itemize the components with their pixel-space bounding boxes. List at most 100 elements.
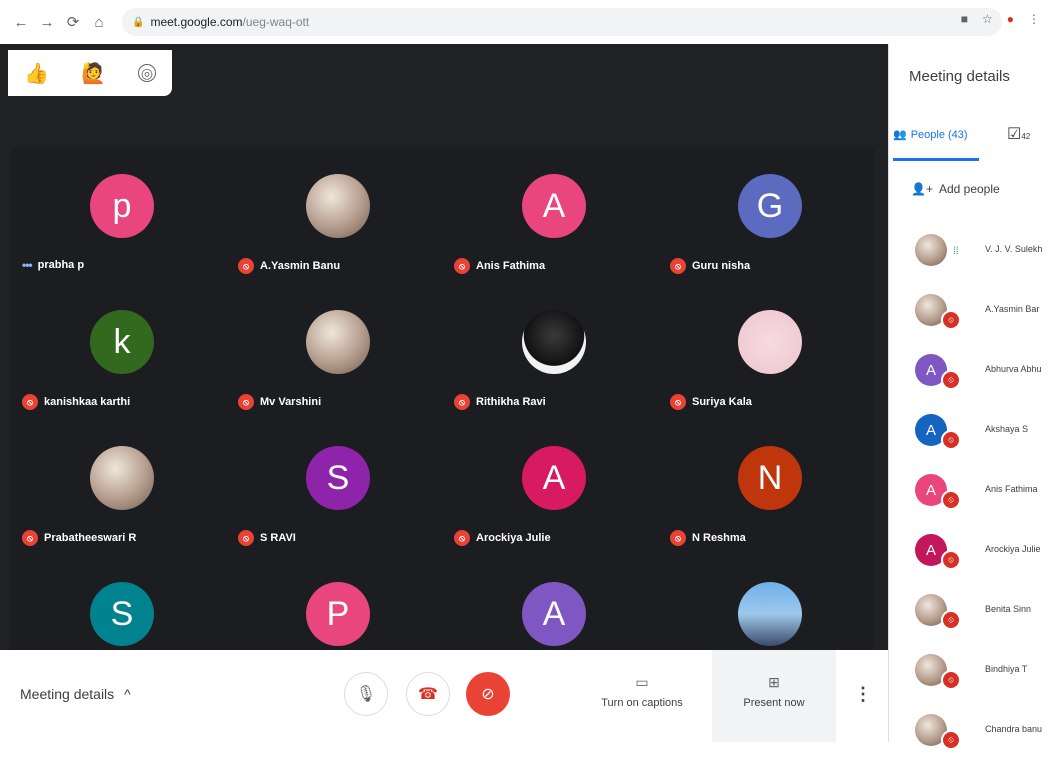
mic-off-icon: ⦸ [670, 394, 686, 410]
home-icon[interactable]: ⌂ [86, 9, 112, 35]
participant-avatar: S [90, 582, 154, 646]
chat-count: 42 [1021, 132, 1031, 141]
people-list-item[interactable]: ⦸ A.Yasmin Bar [895, 280, 1052, 340]
microphone-button[interactable]: 🎙 [344, 672, 388, 716]
extension-icon[interactable]: ● [1007, 12, 1014, 26]
mic-off-icon: ⦸ [941, 370, 961, 390]
forward-icon[interactable]: → [34, 9, 60, 35]
lock-icon: 🔒 [132, 16, 145, 28]
mic-off-icon: ⦸ [22, 394, 38, 410]
panel-tabs: 👥 People (43) ☑42 [889, 120, 1052, 162]
mic-off-icon: ⦸ [454, 530, 470, 546]
more-options-icon[interactable]: ⋮ [854, 684, 872, 705]
mic-off-icon: ⦸ [670, 258, 686, 274]
person-name: Chandra banu [985, 724, 1043, 734]
participant-tile[interactable]: ⦸ Suriya Kala [658, 284, 874, 420]
camera-off-button[interactable]: ⊘ [466, 672, 510, 716]
mic-off-icon: ⦸ [941, 670, 961, 690]
participant-avatar: G [738, 174, 802, 238]
mic-off-icon: ⦸ [670, 530, 686, 546]
tab-people[interactable]: 👥 People (43) [893, 128, 968, 142]
mic-off-icon: ⦸ [941, 490, 961, 510]
hang-up-icon: ☎ [418, 686, 438, 703]
person-name: V. J. V. Sulekh [985, 244, 1043, 254]
participant-tile[interactable]: S ⦸ S RAVI [226, 420, 442, 556]
reload-icon[interactable]: ⟳ [60, 9, 86, 35]
active-tab-indicator [893, 158, 979, 161]
participant-tile[interactable]: A ⦸ Anis Fathima [442, 148, 658, 284]
add-person-icon: 👤+ [911, 182, 933, 196]
person-name: Benita Sinn [985, 604, 1032, 614]
person-name: Anis Fathima [985, 484, 1038, 494]
participant-avatar [90, 446, 154, 510]
participant-name-row: ⦸ Guru nisha [670, 258, 750, 274]
participant-tile[interactable]: G ⦸ Guru nisha [658, 148, 874, 284]
participant-tile[interactable]: ⦸ A.Yasmin Banu [226, 148, 442, 284]
participant-name: prabha p [37, 259, 85, 271]
chat-icon: ☑ [1007, 126, 1022, 143]
people-list-item[interactable]: ⦸ Benita Sinn [895, 580, 1052, 640]
captions-button[interactable]: ▭ Turn on captions [592, 674, 692, 709]
camera-indicator-icon[interactable]: ■ [961, 12, 968, 26]
participant-avatar [306, 310, 370, 374]
extensions-menu-icon[interactable]: ⋮ [1028, 12, 1040, 26]
add-people-label: Add people [938, 182, 1000, 196]
people-list-item[interactable]: A ⦸ Arockiya Julie [895, 520, 1052, 580]
participant-tile[interactable]: ⦸ Mv Varshini [226, 284, 442, 420]
participant-tile[interactable]: A ⦸ Arockiya Julie [442, 420, 658, 556]
bookmark-star-icon[interactable]: ☆ [982, 12, 993, 26]
camera-off-icon: ⊘ [481, 686, 495, 703]
back-icon[interactable]: ← [8, 9, 34, 35]
settings-icon[interactable]: ◎ [137, 64, 156, 82]
mic-off-icon: ⦸ [454, 394, 470, 410]
participant-avatar [522, 310, 586, 374]
participant-avatar: k [90, 310, 154, 374]
thumbs-up-icon[interactable]: 👍 [24, 61, 49, 86]
mic-off-icon: ⦸ [238, 258, 254, 274]
people-list-item[interactable]: A ⦸ Anis Fathima [895, 460, 1052, 520]
person-name: Abhurva Abhu [985, 364, 1042, 374]
audio-level-icon: ••• [22, 258, 33, 272]
add-people-button[interactable]: 👤+ Add people [911, 182, 1000, 196]
participant-name-row: ⦸ N Reshma [670, 530, 746, 546]
reactions-bar: 👍 🙋 ◎ [8, 50, 172, 96]
participant-name-row: ⦸ Prabatheeswari R [22, 530, 136, 546]
people-list-item[interactable]: A ⦸ Abhurva Abhu [895, 340, 1052, 400]
present-now-button[interactable]: ⊞ Present now [712, 650, 836, 742]
person-name: Akshaya S [985, 424, 1029, 434]
people-icon: 👥 [893, 129, 907, 141]
participant-name: kanishkaa karthi [44, 396, 131, 408]
participant-grid: p ••• prabha p ⦸ A.Yasmin Banu A ⦸ Anis Fathima… [10, 148, 874, 692]
people-list-item[interactable]: ⁞⁞ V. J. V. Sulekh [895, 220, 1052, 280]
leave-call-button[interactable]: ☎ [406, 672, 450, 716]
participant-name: S RAVI [260, 532, 296, 544]
people-list-item[interactable]: A ⦸ Akshaya S [895, 400, 1052, 460]
participant-tile[interactable]: ⦸ Rithikha Ravi [442, 284, 658, 420]
participant-name: N Reshma [692, 532, 746, 544]
captions-label: Turn on captions [601, 697, 683, 709]
person-name: Arockiya Julie [985, 544, 1041, 554]
participant-avatar: p [90, 174, 154, 238]
participant-avatar [738, 310, 802, 374]
mic-off-icon: ⦸ [454, 258, 470, 274]
raise-hand-icon[interactable]: 🙋 [81, 61, 106, 86]
participant-tile[interactable]: p ••• prabha p [10, 148, 226, 284]
participant-name-row: ⦸ Anis Fathima [454, 258, 545, 274]
mic-off-icon: ⦸ [941, 730, 961, 750]
participant-name: Arockiya Julie [476, 532, 551, 544]
participant-name-row: ⦸ kanishkaa karthi [22, 394, 130, 410]
participant-name: Mv Varshini [260, 396, 322, 408]
participant-name-row: ⦸ Suriya Kala [670, 394, 752, 410]
participant-tile[interactable]: ⦸ Prabatheeswari R [10, 420, 226, 556]
meeting-details-button[interactable]: Meeting details ^ [20, 686, 131, 702]
tab-chat[interactable]: ☑42 [1007, 124, 1030, 144]
people-list-item[interactable]: ⦸ Bindhiya T [895, 640, 1052, 700]
participant-tile[interactable]: N ⦸ N Reshma [658, 420, 874, 556]
mic-off-icon: ⦸ [941, 310, 961, 330]
address-bar[interactable]: 🔒 meet.google.com/ueg-waq-ott [122, 8, 1002, 36]
participant-name-row: ⦸ Arockiya Julie [454, 530, 551, 546]
browser-toolbar: ← → ⟳ ⌂ 🔒 meet.google.com/ueg-waq-ott ■ … [0, 0, 1052, 44]
people-list-item[interactable]: ⦸ Chandra banu [895, 700, 1052, 760]
participant-tile[interactable]: k ⦸ kanishkaa karthi [10, 284, 226, 420]
mic-off-icon: ⦸ [941, 610, 961, 630]
